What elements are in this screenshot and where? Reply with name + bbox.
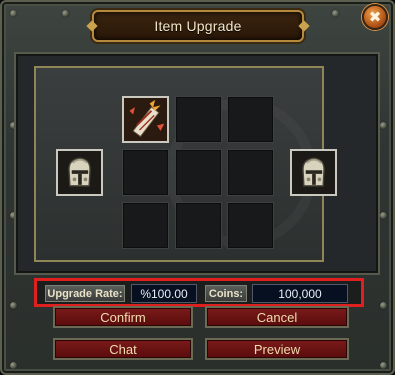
rivet — [10, 302, 17, 309]
knight-helmet-icon — [58, 151, 101, 194]
chat-label: Chat — [109, 341, 137, 357]
upgrade-rate-label: Upgrade Rate: — [45, 285, 125, 302]
confirm-button[interactable]: Confirm — [53, 306, 193, 328]
material-slot-5[interactable] — [175, 149, 222, 196]
rivet — [10, 10, 17, 17]
material-slot-9[interactable] — [227, 202, 274, 249]
cancel-label: Cancel — [256, 309, 298, 325]
knight-helmet-icon — [292, 151, 335, 194]
source-item-slot[interactable] — [56, 149, 103, 196]
material-slot-1[interactable] — [122, 96, 169, 143]
chat-button[interactable]: Chat — [53, 338, 193, 360]
coins-label: Coins: — [205, 285, 247, 302]
material-slot-3[interactable] — [227, 96, 274, 143]
rivet — [380, 212, 387, 219]
preview-button[interactable]: Preview — [205, 338, 349, 360]
rivet — [380, 302, 387, 309]
material-slot-7[interactable] — [122, 202, 169, 249]
rivet — [380, 122, 387, 129]
close-button[interactable]: ✖ — [362, 4, 388, 30]
upgrade-scroll-icon — [124, 98, 167, 141]
upgrade-info-row: Upgrade Rate: %100.00 Coins: 100,000 — [34, 278, 364, 307]
result-item-slot[interactable] — [290, 149, 337, 196]
rivet — [380, 362, 387, 369]
cancel-button[interactable]: Cancel — [205, 306, 349, 328]
material-slot-4[interactable] — [122, 149, 169, 196]
rivet — [10, 362, 17, 369]
confirm-label: Confirm — [100, 309, 146, 325]
upgrade-rate-value: %100.00 — [131, 284, 197, 303]
preview-label: Preview — [253, 341, 301, 357]
coins-value: 100,000 — [252, 284, 348, 303]
rivet — [62, 10, 69, 17]
material-slot-8[interactable] — [175, 202, 222, 249]
material-slot-6[interactable] — [227, 149, 274, 196]
window-title-plate: Item Upgrade — [92, 10, 304, 42]
rivet — [332, 10, 339, 17]
window-title: Item Upgrade — [154, 18, 242, 34]
material-slot-2[interactable] — [175, 96, 222, 143]
close-icon: ✖ — [368, 9, 382, 26]
